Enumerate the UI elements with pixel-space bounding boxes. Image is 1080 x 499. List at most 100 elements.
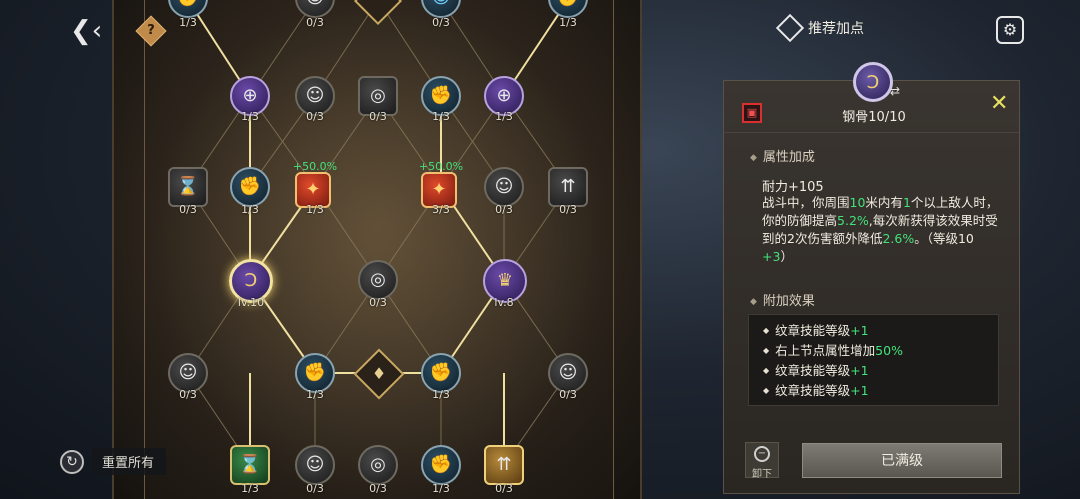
body-icon: ☺ [558, 362, 578, 383]
node-label: 0/3 [369, 110, 387, 123]
body-icon: ☺ [305, 454, 325, 475]
talent-node-r2-6[interactable]: ⇈ [548, 167, 588, 207]
reset-all-button[interactable]: ↻ 重置所有 [60, 448, 167, 475]
body-icon: ☺ [432, 0, 451, 7]
back-button[interactable]: ❮‹ [70, 16, 114, 46]
node-label: 0/3 [179, 388, 197, 401]
extra-effect-item: 右上节点属性增加50% [763, 341, 998, 361]
extra-effect-item: 纹章技能等级+1 [763, 381, 998, 401]
talent-node-r5-1[interactable]: ⌛ [230, 445, 270, 485]
node-label: 1/3 [306, 203, 324, 216]
muscle-icon: ✊ [557, 0, 579, 7]
node-label: lv.8 [494, 296, 514, 309]
unequip-label: 卸下 [752, 469, 772, 480]
talent-node-r4-1[interactable]: ☺ [168, 353, 208, 393]
talent-node-r4-3[interactable]: ✊ [421, 353, 461, 393]
node-label: 0/3 [369, 482, 387, 495]
back-arrow-icon: ❮‹ [70, 16, 103, 46]
crosshair-icon: ⊕ [242, 85, 258, 106]
extra-effect-item: 纹章技能等级+1 [763, 361, 998, 381]
rune-icon: Ɔ [866, 71, 880, 93]
talent-node-r2-1[interactable]: ⌛ [168, 167, 208, 207]
node-label: 1/3 [241, 203, 259, 216]
talent-node-r5-3[interactable]: ◎ [358, 445, 398, 485]
node-label: 1/3 [495, 110, 513, 123]
section-title-extra: 附加效果 [750, 290, 815, 309]
max-level-button[interactable]: 已满级 [802, 443, 1002, 478]
node-label: 0/3 [306, 482, 324, 495]
skill-name: 钢骨10/10 [842, 110, 906, 125]
node-label: 0/3 [559, 388, 577, 401]
hourglass-icon: ⌛ [238, 454, 262, 475]
node-label: 0/3 [369, 296, 387, 309]
rune-icon: Ɔ [244, 270, 258, 291]
body-icon: ☺ [305, 85, 325, 106]
node-label: 1/3 [306, 388, 324, 401]
body-icon: ☺ [178, 362, 198, 383]
hourglass-icon: ⌛ [176, 176, 200, 197]
node-label: 1/3 [432, 388, 450, 401]
node-label: 0/3 [432, 16, 450, 29]
node-label: lv.10 [237, 296, 265, 309]
node-label: 1/3 [432, 482, 450, 495]
close-button[interactable]: ✕ [990, 93, 1008, 115]
swap-icon[interactable]: ⇄ [890, 84, 900, 98]
muscle-icon: ✊ [177, 0, 199, 7]
arrows-up-icon: ⇈ [560, 176, 576, 197]
body-icon: ☺ [494, 176, 514, 197]
muscle-icon: ✊ [429, 454, 453, 475]
shield-burst-icon: ✦ [305, 179, 321, 200]
node-label: 0/3 [306, 16, 324, 29]
lock-icon[interactable]: ▣ [742, 103, 762, 123]
shield-burst-icon: ✦ [431, 179, 447, 200]
node-label: 1/3 [559, 16, 577, 29]
stat-line: 耐力+105 [762, 180, 824, 195]
node-label: 0/3 [495, 203, 513, 216]
section-title-attributes: 属性加成 [750, 146, 815, 165]
muscle-icon: ✊ [429, 362, 453, 383]
talent-node-r5-4[interactable]: ✊ [421, 445, 461, 485]
recommend-points-button[interactable]: 推荐加点 [775, 13, 864, 43]
share-button[interactable]: ⚙ [996, 16, 1024, 44]
node-label: 0/3 [179, 203, 197, 216]
skill-icon: Ɔ [853, 62, 893, 102]
body-icon: ☺ [306, 0, 325, 7]
node-label: 1/3 [432, 110, 450, 123]
help-icon: ? [147, 23, 155, 38]
talent-node-r3-2[interactable]: ◎ [358, 260, 398, 300]
reset-label: 重置所有 [92, 448, 167, 475]
extra-effect-item: 纹章技能等级+1 [763, 321, 998, 341]
share-icon: ⚙ [1002, 20, 1018, 39]
talent-node-r5-5[interactable]: ⇈ [484, 445, 524, 485]
talent-node-r5-2[interactable]: ☺ [295, 445, 335, 485]
extra-effects-list: 纹章技能等级+1 右上节点属性增加50% 纹章技能等级+1 纹章技能等级+1 [748, 314, 999, 406]
node-label: 0/3 [495, 482, 513, 495]
node-label: 1/3 [241, 110, 259, 123]
muscle-icon: ✊ [303, 362, 327, 383]
skill-detail-panel [723, 80, 1020, 494]
reset-icon: ↻ [60, 449, 84, 474]
target-icon: ◎ [370, 269, 386, 290]
recommend-icon [775, 13, 805, 43]
node-label: 1/3 [179, 16, 197, 29]
node-label: 1/3 [241, 482, 259, 495]
talent-node-r2-2[interactable]: ✊ [230, 167, 270, 207]
muscle-icon: ✊ [429, 85, 453, 106]
target-icon: ◎ [370, 454, 386, 475]
crown-icon: ♛ [496, 270, 514, 291]
minus-icon: − [754, 446, 770, 462]
talent-node-r4-2[interactable]: ✊ [295, 353, 335, 393]
node-label: 3/3 [432, 203, 450, 216]
recommend-label: 推荐加点 [808, 21, 864, 37]
node-label: 0/3 [306, 110, 324, 123]
rune-icon: ♦ [371, 364, 387, 383]
close-icon: ✕ [990, 91, 1009, 116]
arrows-up-icon: ⇈ [496, 454, 512, 475]
talent-node-r4-4[interactable]: ☺ [548, 353, 588, 393]
unequip-button[interactable]: − 卸下 [745, 442, 779, 480]
muscle-icon: ✊ [238, 176, 262, 197]
talent-node-r2-5[interactable]: ☺ [484, 167, 524, 207]
target-icon: ◎ [370, 85, 386, 106]
node-label: 0/3 [559, 203, 577, 216]
crosshair-icon: ⊕ [496, 85, 512, 106]
